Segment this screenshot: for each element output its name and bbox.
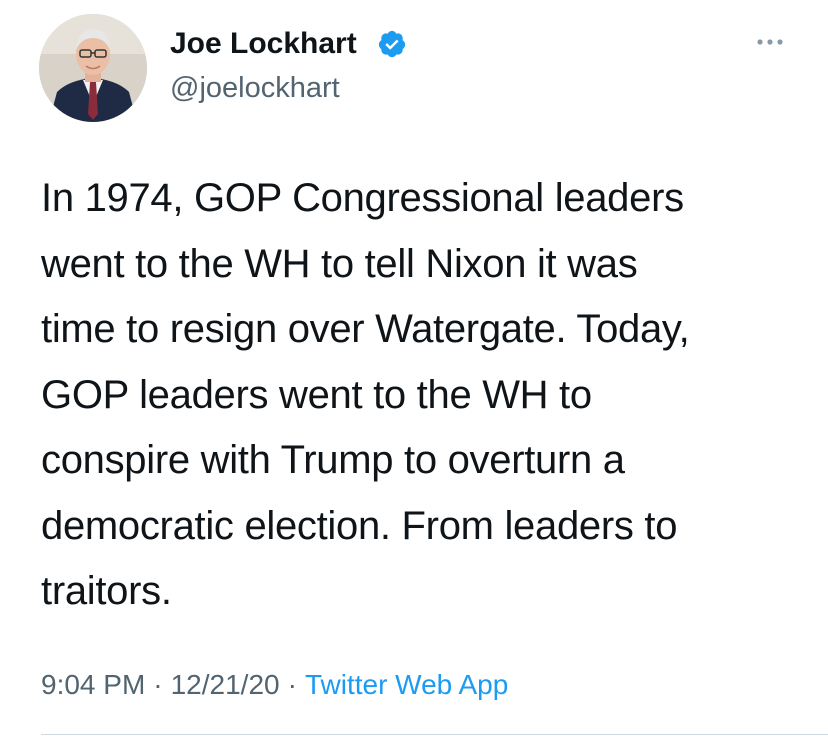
author-handle[interactable]: @joelockhart (170, 70, 340, 106)
tweet-source-link[interactable]: Twitter Web App (305, 669, 508, 700)
profile-photo (39, 14, 147, 122)
tweet-date[interactable]: 12/21/20 (171, 669, 280, 700)
tweet-text: In 1974, GOP Congressional leaders went … (41, 176, 690, 613)
meta-separator: · (153, 669, 163, 700)
tweet-time[interactable]: 9:04 PM (41, 669, 145, 700)
divider (41, 734, 828, 735)
display-name[interactable]: Joe Lockhart (170, 25, 357, 63)
avatar[interactable] (39, 14, 147, 122)
tweet-meta: 9:04 PM · 12/21/20 · Twitter Web App (41, 667, 508, 703)
meta-separator: · (287, 669, 297, 700)
verified-badge-icon (378, 30, 406, 58)
more-dots-icon[interactable] (752, 30, 788, 50)
